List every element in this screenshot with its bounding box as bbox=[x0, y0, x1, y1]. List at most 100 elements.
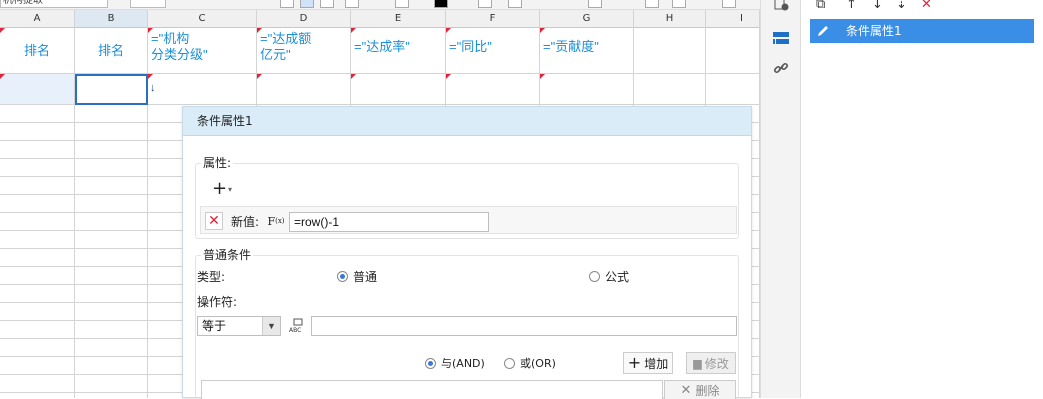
empty-cell[interactable] bbox=[0, 339, 75, 357]
type-normal-radio[interactable] bbox=[337, 271, 348, 282]
empty-cell[interactable] bbox=[75, 213, 148, 231]
empty-cell[interactable] bbox=[0, 159, 75, 177]
toolbar-button[interactable] bbox=[588, 0, 602, 8]
cell-h2[interactable] bbox=[634, 74, 706, 105]
empty-cell[interactable] bbox=[0, 213, 75, 231]
header-cell-b1[interactable]: 排名 bbox=[75, 28, 148, 74]
cell-attr-icon[interactable] bbox=[771, 0, 791, 14]
column-header-g[interactable]: G bbox=[540, 10, 634, 28]
empty-cell[interactable] bbox=[0, 105, 75, 123]
empty-cell[interactable] bbox=[0, 267, 75, 285]
arrow-down-icon[interactable]: ↓ bbox=[872, 0, 883, 11]
empty-cell[interactable] bbox=[75, 105, 148, 123]
cell-h1[interactable] bbox=[634, 28, 706, 74]
column-header-i[interactable]: I bbox=[706, 10, 760, 28]
column-header-c[interactable]: C bbox=[148, 10, 257, 28]
empty-cell[interactable] bbox=[75, 159, 148, 177]
empty-cell[interactable] bbox=[0, 393, 75, 398]
toolbar-button[interactable] bbox=[320, 0, 334, 8]
cell-i2[interactable] bbox=[706, 74, 760, 105]
cell-a2[interactable] bbox=[0, 74, 75, 105]
cell-reference-box[interactable]: 机构提取 bbox=[0, 0, 108, 8]
condition-attr-icon[interactable] bbox=[771, 28, 791, 48]
empty-cell[interactable] bbox=[0, 123, 75, 141]
delete-condition-button[interactable]: ✕ 删除 bbox=[664, 380, 736, 399]
header-cell-g1[interactable]: ="贡献度" bbox=[540, 28, 634, 74]
cell-f2[interactable] bbox=[446, 74, 540, 105]
column-header-f[interactable]: F bbox=[446, 10, 540, 28]
empty-cell[interactable] bbox=[0, 357, 75, 375]
remove-attribute-button[interactable]: ✕ bbox=[205, 212, 223, 230]
empty-cell[interactable] bbox=[75, 375, 148, 393]
header-cell-f1[interactable]: ="同比" bbox=[446, 28, 540, 74]
column-header-a[interactable]: A bbox=[0, 10, 75, 28]
header-cell-c1[interactable]: ="机构 分类分级" bbox=[148, 28, 257, 74]
empty-cell[interactable] bbox=[0, 249, 75, 267]
empty-cell[interactable] bbox=[75, 195, 148, 213]
operator-select[interactable]: 等于 ▼ bbox=[197, 316, 281, 336]
toolbar-button[interactable] bbox=[300, 0, 314, 8]
type-formula-label[interactable]: 公式 bbox=[605, 270, 629, 284]
cell-e2[interactable] bbox=[351, 74, 446, 105]
empty-cell[interactable] bbox=[0, 195, 75, 213]
column-header-e[interactable]: E bbox=[351, 10, 446, 28]
empty-cell[interactable] bbox=[0, 177, 75, 195]
condition-list-box[interactable] bbox=[201, 380, 663, 399]
empty-cell[interactable] bbox=[75, 123, 148, 141]
add-condition-button[interactable]: + 增加 bbox=[623, 352, 673, 374]
toolbar-button[interactable] bbox=[672, 0, 686, 8]
empty-cell[interactable] bbox=[75, 303, 148, 321]
empty-cell[interactable] bbox=[0, 141, 75, 159]
move-bottom-icon[interactable]: ⇣ bbox=[896, 0, 907, 11]
toolbar-button[interactable] bbox=[508, 0, 522, 8]
formula-box[interactable] bbox=[130, 0, 166, 8]
cell-c2[interactable]: ↓ bbox=[148, 74, 257, 105]
toolbar-button[interactable] bbox=[722, 0, 736, 8]
cell-g2[interactable] bbox=[540, 74, 634, 105]
copy-icon[interactable]: ⧉ bbox=[816, 0, 825, 11]
condition-list-item[interactable]: 条件属性1 bbox=[810, 19, 1034, 43]
header-cell-e1[interactable]: ="达成率" bbox=[351, 28, 446, 74]
empty-cell[interactable] bbox=[75, 249, 148, 267]
logic-and-radio[interactable] bbox=[425, 358, 436, 369]
cell-d2[interactable] bbox=[257, 74, 351, 105]
toolbar-button[interactable] bbox=[645, 0, 659, 8]
empty-cell[interactable] bbox=[75, 231, 148, 249]
column-header-b[interactable]: B bbox=[75, 10, 148, 28]
header-cell-a1[interactable]: 排名 bbox=[0, 28, 75, 74]
toolbar-button[interactable] bbox=[395, 0, 409, 8]
empty-cell[interactable] bbox=[0, 231, 75, 249]
color-button[interactable] bbox=[434, 0, 448, 8]
toolbar-button[interactable] bbox=[478, 0, 492, 8]
type-formula-radio[interactable] bbox=[589, 271, 600, 282]
logic-and-label[interactable]: 与(AND) bbox=[441, 357, 485, 371]
empty-cell[interactable] bbox=[0, 285, 75, 303]
empty-cell[interactable] bbox=[75, 177, 148, 195]
link-icon[interactable] bbox=[771, 58, 791, 78]
empty-cell[interactable] bbox=[75, 339, 148, 357]
cell-i1[interactable] bbox=[706, 28, 760, 74]
toolbar-button[interactable] bbox=[280, 0, 294, 8]
operator-value-input[interactable] bbox=[311, 316, 737, 336]
toolbar-button[interactable] bbox=[345, 0, 359, 8]
logic-or-label[interactable]: 或(OR) bbox=[520, 357, 556, 371]
empty-cell[interactable] bbox=[75, 357, 148, 375]
empty-cell[interactable] bbox=[0, 321, 75, 339]
empty-cell[interactable] bbox=[75, 321, 148, 339]
value-type-icon[interactable]: ABC bbox=[286, 316, 308, 336]
empty-cell[interactable] bbox=[75, 141, 148, 159]
modify-condition-button[interactable]: ▆ 修改 bbox=[686, 352, 736, 374]
new-value-formula-input[interactable]: =row()-1 bbox=[289, 212, 489, 232]
delete-icon[interactable]: ✕ bbox=[921, 0, 932, 11]
selected-cell-b2[interactable] bbox=[75, 74, 148, 105]
column-header-d[interactable]: D bbox=[257, 10, 351, 28]
empty-cell[interactable] bbox=[75, 285, 148, 303]
empty-cell[interactable] bbox=[0, 375, 75, 393]
arrow-up-icon[interactable]: ↑ bbox=[846, 0, 857, 11]
column-header-h[interactable]: H bbox=[634, 10, 706, 28]
header-cell-d1[interactable]: ="达成额 亿元" bbox=[257, 28, 351, 74]
add-attribute-button[interactable]: + ▾ bbox=[207, 179, 237, 199]
formula-fx-icon[interactable]: F (x) bbox=[266, 212, 286, 230]
empty-cell[interactable] bbox=[75, 393, 148, 398]
type-normal-label[interactable]: 普通 bbox=[353, 270, 377, 284]
